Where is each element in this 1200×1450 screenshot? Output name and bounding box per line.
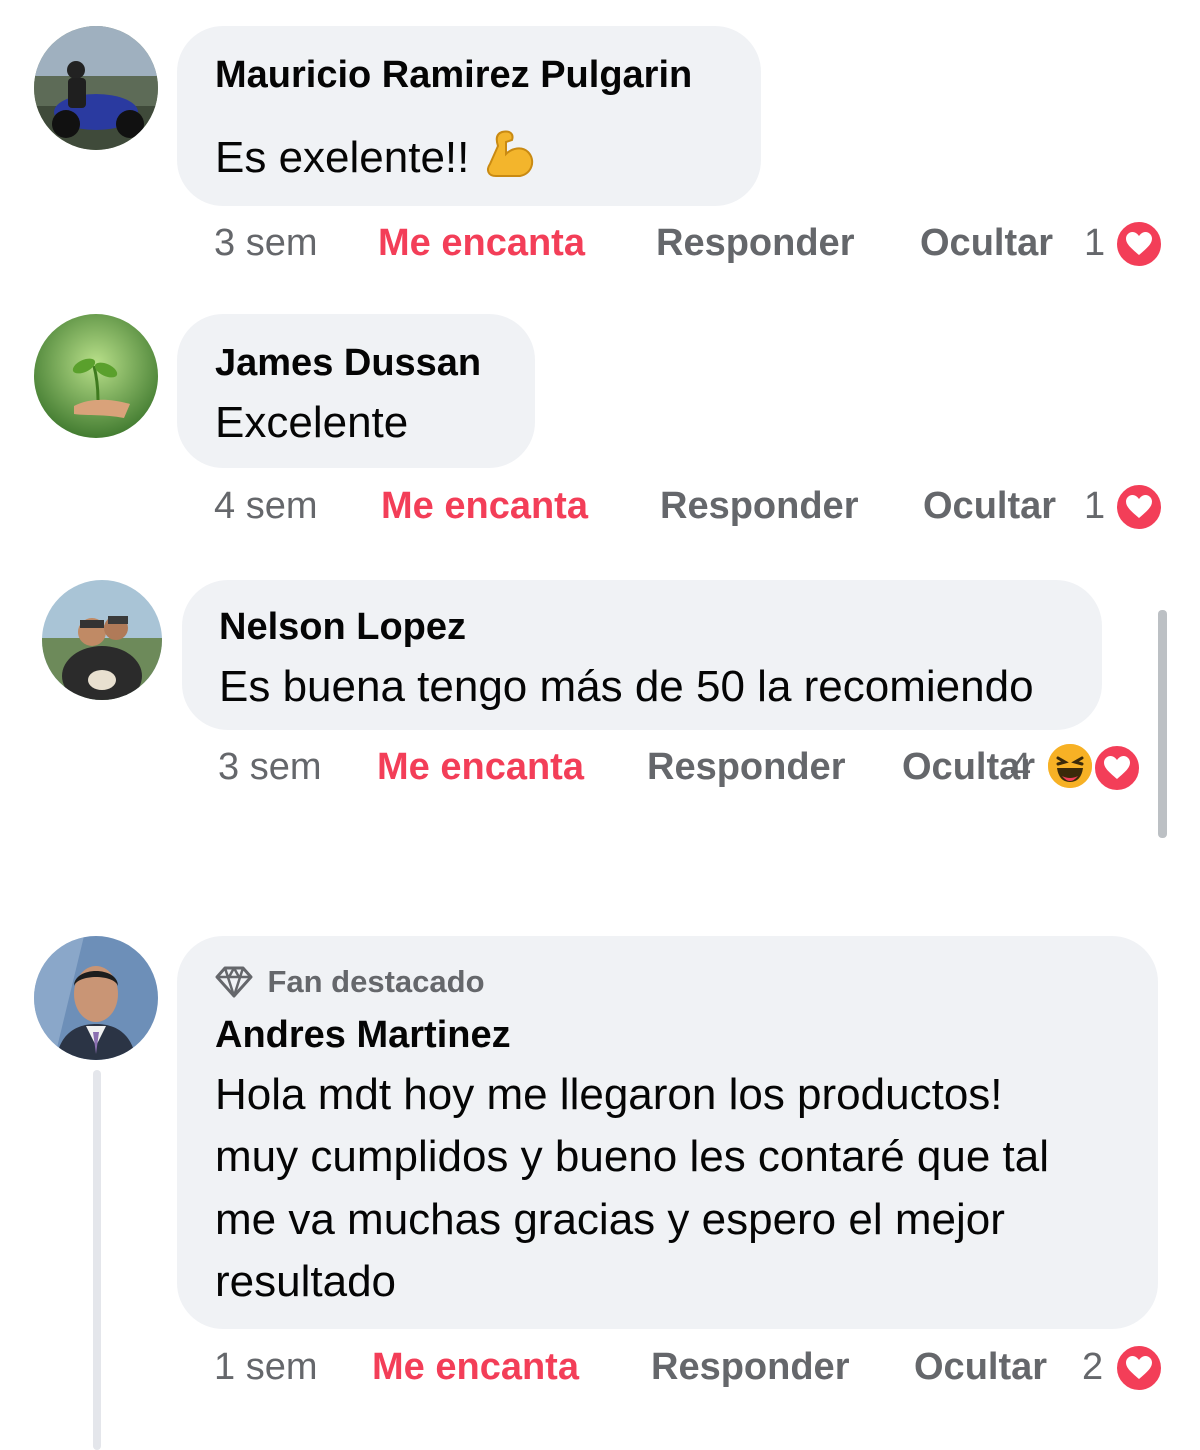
reply-button[interactable]: Responder xyxy=(647,746,845,789)
flexed-biceps-icon xyxy=(482,126,538,182)
reply-button[interactable]: Responder xyxy=(651,1346,849,1389)
reaction-count[interactable]: 1 xyxy=(1084,222,1105,265)
comment-text: Es buena tengo más de 50 la recomiendo xyxy=(219,662,1034,711)
comment-actions: 4 sem Me encanta Responder Ocultar 1 xyxy=(214,482,1174,535)
comment-text-line: Hola mdt hoy me llegaron los productos! xyxy=(215,1070,1003,1119)
comment-text-line: resultado xyxy=(215,1257,397,1306)
comment-author[interactable]: Mauricio Ramirez Pulgarin xyxy=(215,54,692,97)
comment-bubble: Fan destacado Andres Martinez Hola mdt h… xyxy=(177,936,1158,1329)
reply-button[interactable]: Responder xyxy=(660,485,858,528)
reaction-count[interactable]: 1 xyxy=(1084,485,1105,528)
comment-actions: 3 sem Me encanta Responder Ocultar 1 xyxy=(214,219,1174,272)
comment-bubble: Mauricio Ramirez Pulgarin Es exelente!! xyxy=(177,26,761,206)
reaction-count[interactable]: 4 xyxy=(1010,746,1031,789)
comment-text: Es exelente!! xyxy=(215,126,538,183)
comment-text-content: Es exelente!! xyxy=(215,133,470,182)
heart-icon[interactable] xyxy=(1092,743,1142,793)
fan-badge-label: Fan destacado xyxy=(267,964,485,999)
reaction-count[interactable]: 2 xyxy=(1082,1346,1103,1389)
avatar[interactable] xyxy=(34,314,158,438)
comment-text: Excelente xyxy=(215,398,409,447)
avatar[interactable] xyxy=(34,936,158,1060)
comment-time[interactable]: 3 sem xyxy=(218,746,321,789)
comment-author[interactable]: Nelson Lopez xyxy=(219,606,466,649)
heart-icon[interactable] xyxy=(1114,219,1164,269)
comment-time[interactable]: 4 sem xyxy=(214,485,317,528)
love-button[interactable]: Me encanta xyxy=(378,222,585,265)
scrollbar[interactable] xyxy=(1158,610,1167,838)
haha-icon[interactable] xyxy=(1045,741,1095,791)
comment-actions: 3 sem Me encanta Responder Ocultar 4 xyxy=(218,741,1178,796)
comment-time[interactable]: 3 sem xyxy=(214,222,317,265)
avatar[interactable] xyxy=(42,580,162,700)
heart-icon[interactable] xyxy=(1114,482,1164,532)
thread-line xyxy=(93,1070,101,1450)
reply-button[interactable]: Responder xyxy=(656,222,854,265)
love-button[interactable]: Me encanta xyxy=(381,485,588,528)
comment-text-line: me va muchas gracias y espero el mejor xyxy=(215,1195,1005,1244)
hide-button[interactable]: Ocultar xyxy=(923,485,1056,528)
hide-button[interactable]: Ocultar xyxy=(920,222,1053,265)
comment-bubble: James Dussan Excelente xyxy=(177,314,535,468)
comment-author[interactable]: Andres Martinez xyxy=(215,1014,511,1057)
comment-actions: 1 sem Me encanta Responder Ocultar 2 xyxy=(214,1343,1174,1396)
avatar[interactable] xyxy=(34,26,158,150)
comment-bubble: Nelson Lopez Es buena tengo más de 50 la… xyxy=(182,580,1102,730)
comment-time[interactable]: 1 sem xyxy=(214,1346,317,1389)
hide-button[interactable]: Ocultar xyxy=(914,1346,1047,1389)
love-button[interactable]: Me encanta xyxy=(372,1346,579,1389)
love-button[interactable]: Me encanta xyxy=(377,746,584,789)
comment-author[interactable]: James Dussan xyxy=(215,342,481,385)
diamond-icon xyxy=(215,966,253,998)
fan-badge: Fan destacado xyxy=(215,964,485,1004)
comment-text-line: muy cumplidos y bueno les contaré que ta… xyxy=(215,1132,1050,1181)
heart-icon[interactable] xyxy=(1114,1343,1164,1393)
